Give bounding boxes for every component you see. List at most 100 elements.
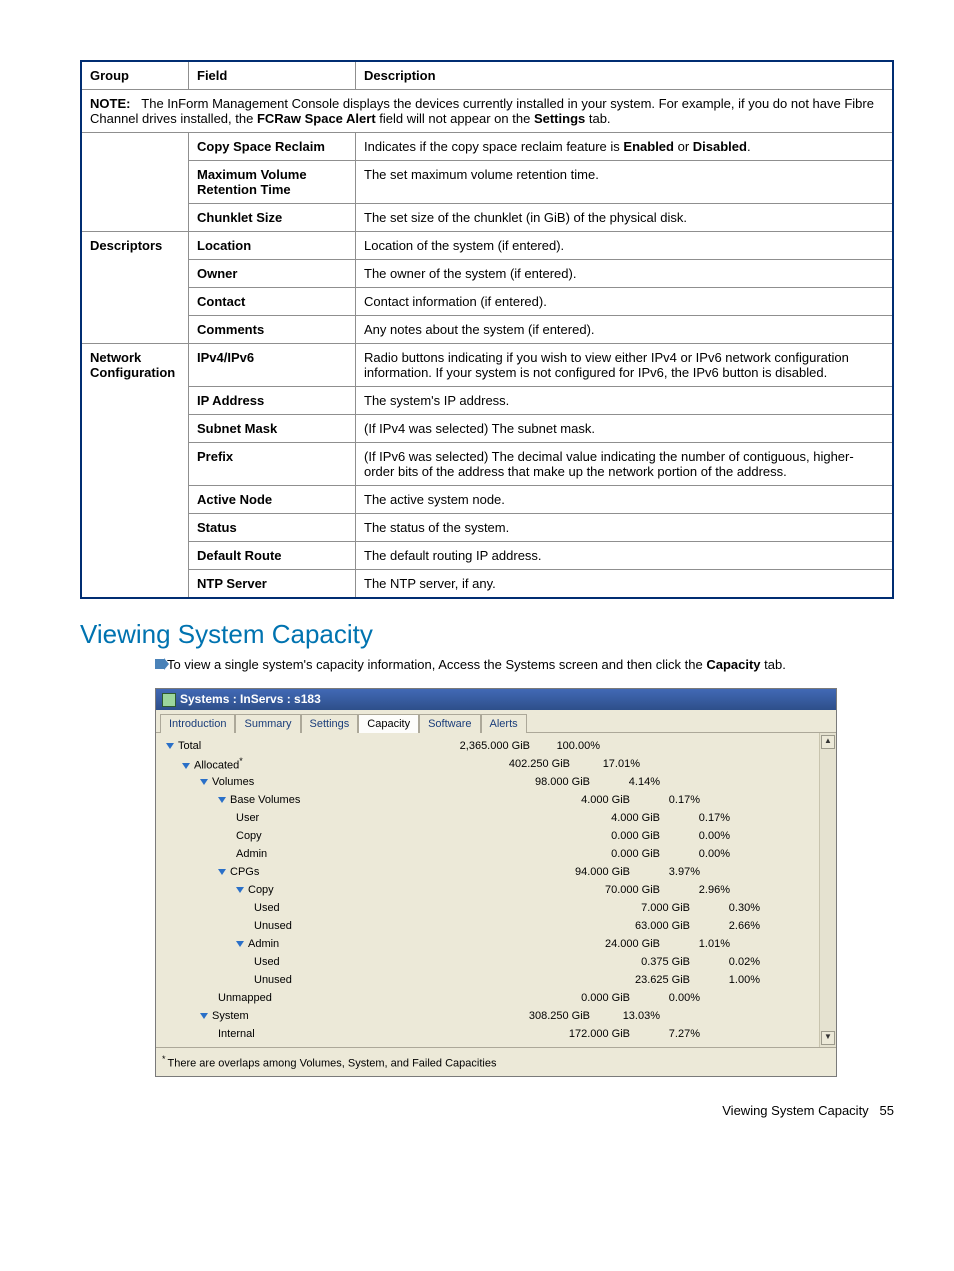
tree-size: 4.000 GiB [560,812,660,824]
field-cell: Default Route [189,542,356,570]
description-cell: The default routing IP address. [356,542,894,570]
expand-icon[interactable] [218,797,226,803]
tree-row[interactable]: Allocated* 402.250 GiB17.01% [160,755,815,773]
tree-size: 402.250 GiB [470,758,570,770]
tree-size: 4.000 GiB [530,794,630,806]
field-cell: Location [189,232,356,260]
scroll-down-icon[interactable]: ▼ [821,1031,835,1045]
col-group: Group [81,61,189,90]
tree-row[interactable]: Total2,365.000 GiB100.00% [160,737,815,755]
description-cell: Radio buttons indicating if you wish to … [356,344,894,387]
tree-label: Base Volumes [160,794,478,806]
tree-size: 23.625 GiB [590,974,690,986]
tree-row[interactable]: Admin0.000 GiB0.00% [160,845,815,863]
field-cell: Comments [189,316,356,344]
tree-label: CPGs [160,866,478,878]
capacity-window: Systems : InServs : s183 IntroductionSum… [155,688,837,1076]
tree-row[interactable]: Base Volumes4.000 GiB0.17% [160,791,815,809]
intro-paragraph: To view a single system's capacity infor… [155,656,894,674]
settings-description-table: Group Field Description NOTE: The InForm… [80,60,894,599]
tree-row[interactable]: Unmapped0.000 GiB0.00% [160,989,815,1007]
tree-size: 63.000 GiB [590,920,690,932]
note-cell: NOTE: The InForm Management Console disp… [81,90,893,133]
expand-icon[interactable] [236,887,244,893]
tab-software[interactable]: Software [419,714,480,733]
tree-row[interactable]: Used7.000 GiB0.30% [160,899,815,917]
tab-summary[interactable]: Summary [235,714,300,733]
tree-pct: 0.00% [660,848,730,860]
tree-label: Allocated* [160,756,442,772]
footnote: *There are overlaps among Volumes, Syste… [156,1047,836,1076]
tree-label: Internal [160,1028,478,1040]
tree-label: Used [160,902,514,914]
tree-label: Admin [160,848,496,860]
tree-pct: 0.17% [660,812,730,824]
field-cell: Maximum Volume Retention Time [189,161,356,204]
tree-row[interactable]: User 4.000 GiB0.17% [160,809,815,827]
capacity-tree: Total2,365.000 GiB100.00%Allocated* 402.2… [156,733,819,1047]
field-cell: Chunklet Size [189,204,356,232]
table-row: Prefix(If IPv6 was selected) The decimal… [81,443,893,486]
tree-pct: 17.01% [570,758,640,770]
tree-row[interactable]: CPGs 94.000 GiB3.97% [160,863,815,881]
expand-icon[interactable] [200,779,208,785]
section-title: Viewing System Capacity [80,619,894,650]
tab-introduction[interactable]: Introduction [160,714,235,733]
tree-row[interactable]: Copy0.000 GiB0.00% [160,827,815,845]
field-cell: IP Address [189,387,356,415]
description-cell: Location of the system (if entered). [356,232,894,260]
tree-label: Total [160,740,426,752]
tree-row[interactable]: Copy70.000 GiB2.96% [160,881,815,899]
tree-pct: 1.01% [660,938,730,950]
tab-settings[interactable]: Settings [301,714,359,733]
tree-row[interactable]: Volumes98.000 GiB4.14% [160,773,815,791]
tree-size: 94.000 GiB [530,866,630,878]
tree-size: 308.250 GiB [490,1010,590,1022]
tree-row[interactable]: Used0.375 GiB0.02% [160,953,815,971]
tree-label: Admin [160,938,496,950]
expand-icon[interactable] [182,763,190,769]
tree-size: 0.375 GiB [590,956,690,968]
arrow-icon [155,659,165,669]
expand-icon[interactable] [166,743,174,749]
tab-bar: IntroductionSummarySettingsCapacitySoftw… [156,710,836,733]
tree-size: 172.000 GiB [530,1028,630,1040]
group-cell: Network Configuration [81,344,189,599]
expand-icon[interactable] [200,1013,208,1019]
tree-row[interactable]: Unused23.625 GiB1.00% [160,971,815,989]
tree-pct: 0.02% [690,956,760,968]
table-row: OwnerThe owner of the system (if entered… [81,260,893,288]
tree-row[interactable]: System308.250 GiB13.03% [160,1007,815,1025]
tree-row[interactable]: Internal172.000 GiB7.27% [160,1025,815,1043]
tree-size: 98.000 GiB [490,776,590,788]
tree-row[interactable]: Admin24.000 GiB1.01% [160,935,815,953]
table-row: CommentsAny notes about the system (if e… [81,316,893,344]
table-row: Maximum Volume Retention TimeThe set max… [81,161,893,204]
table-row: Chunklet SizeThe set size of the chunkle… [81,204,893,232]
tree-label: Unused [160,920,514,932]
table-row: Default RouteThe default routing IP addr… [81,542,893,570]
tree-pct: 2.96% [660,884,730,896]
tab-capacity[interactable]: Capacity [358,714,419,733]
tree-pct: 0.00% [660,830,730,842]
table-row: ContactContact information (if entered). [81,288,893,316]
field-cell: Copy Space Reclaim [189,133,356,161]
tree-pct: 3.97% [630,866,700,878]
tab-alerts[interactable]: Alerts [481,714,527,733]
description-cell: The set size of the chunklet (in GiB) of… [356,204,894,232]
group-cell [81,133,189,232]
tree-pct: 1.00% [690,974,760,986]
tree-label: User [160,812,496,824]
col-field: Field [189,61,356,90]
expand-icon[interactable] [218,869,226,875]
table-row: Network ConfigurationIPv4/IPv6Radio butt… [81,344,893,387]
description-cell: The owner of the system (if entered). [356,260,894,288]
scroll-up-icon[interactable]: ▲ [821,735,835,749]
tree-size: 7.000 GiB [590,902,690,914]
expand-icon[interactable] [236,941,244,947]
table-row: DescriptorsLocationLocation of the syste… [81,232,893,260]
tree-row[interactable]: Unused63.000 GiB2.66% [160,917,815,935]
table-row: Copy Space ReclaimIndicates if the copy … [81,133,893,161]
description-cell: Indicates if the copy space reclaim feat… [356,133,894,161]
vertical-scrollbar[interactable]: ▲ ▼ [819,733,836,1047]
